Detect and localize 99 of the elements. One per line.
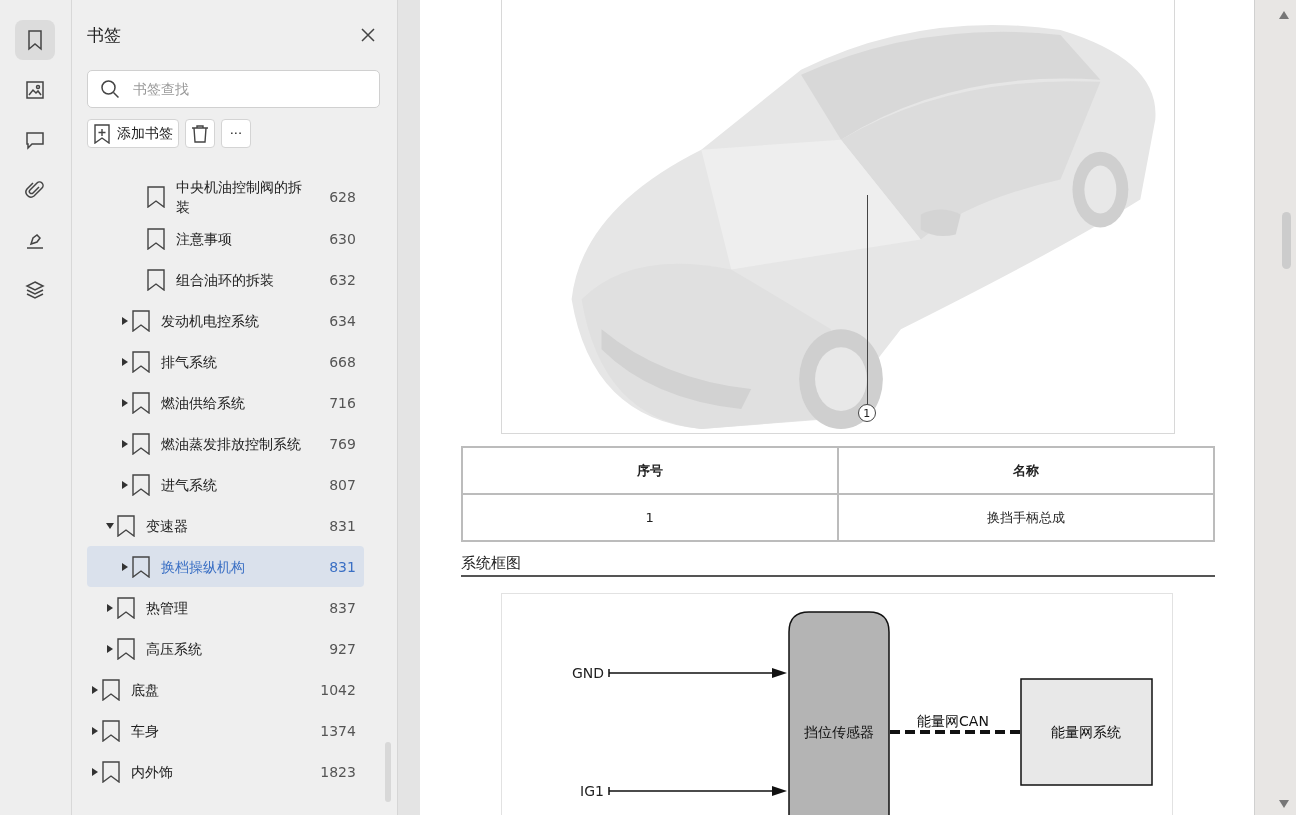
panel-title: 书签: [86, 23, 121, 47]
collapsed-caret-icon[interactable]: [90, 767, 99, 776]
signal-label: GND: [571, 665, 604, 681]
bookmark-label: 燃油蒸发排放控制系统: [160, 434, 302, 454]
column-header: 名称: [837, 447, 1214, 494]
bookmark-label: 变速器: [145, 516, 189, 536]
bookmark-icon: [131, 309, 150, 332]
bookmark-icon: [146, 227, 165, 250]
bookmark-item[interactable]: 注意事项 630: [86, 218, 364, 259]
bookmark-label: 发动机电控系统: [160, 311, 260, 331]
bookmark-item[interactable]: 燃油蒸发排放控制系统 769: [86, 423, 364, 464]
bookmark-tool-button[interactable]: [15, 20, 56, 60]
page-number: 769: [328, 435, 356, 452]
collapsed-caret-icon[interactable]: [120, 562, 129, 571]
collapsed-caret-icon[interactable]: [120, 357, 129, 366]
page-number: 628: [328, 189, 356, 205]
block-label: 能量网系统: [1050, 724, 1121, 740]
column-header: 序号: [461, 447, 838, 494]
bookmark-item[interactable]: 热管理 837: [86, 587, 364, 628]
bookmark-item[interactable]: 内外饰 1823: [86, 751, 364, 792]
search-icon: [99, 79, 120, 99]
bookmark-item[interactable]: 底盘 1042: [86, 669, 364, 710]
bookmark-icon: [101, 719, 120, 742]
scroll-up-icon[interactable]: [1279, 11, 1290, 19]
collapsed-caret-icon[interactable]: [120, 439, 129, 448]
scrollbar-thumb[interactable]: [1282, 212, 1292, 269]
page-number: 807: [328, 476, 356, 493]
table-cell: 1: [461, 494, 838, 541]
collapsed-caret-icon[interactable]: [105, 644, 114, 653]
bookmark-item[interactable]: 排气系统 668: [86, 341, 364, 382]
bookmark-icon: [146, 268, 165, 291]
bookmark-label: 组合油环的拆装: [175, 270, 275, 290]
collapsed-caret-icon[interactable]: [105, 603, 114, 612]
page-number: 1374: [319, 722, 356, 739]
page-number: 1823: [319, 763, 356, 780]
bookmark-label: 高压系统: [145, 639, 203, 659]
delete-button[interactable]: [184, 119, 215, 148]
bookmark-label: 内外饰: [130, 762, 174, 782]
page-number: 668: [328, 353, 356, 370]
collapsed-caret-icon[interactable]: [120, 480, 129, 489]
more-button[interactable]: ···: [220, 119, 251, 148]
bookmark-label: 底盘: [130, 680, 160, 700]
bookmark-label: 中央机油控制阀的拆装: [175, 178, 303, 217]
bookmark-icon: [101, 678, 120, 701]
bookmark-item[interactable]: 高压系统 927: [86, 628, 364, 669]
speech-bubble-icon: [24, 129, 47, 151]
bookmark-label: 燃油供给系统: [160, 393, 246, 413]
close-icon[interactable]: [360, 28, 375, 42]
add-bookmark-button[interactable]: 添加书签: [86, 119, 179, 148]
layers-icon: [24, 279, 47, 301]
bookmark-item[interactable]: 换档操纵机构 831: [86, 546, 364, 587]
bookmark-icon: [131, 555, 150, 578]
page-number: 630: [328, 230, 356, 247]
search-field[interactable]: 书签查找: [86, 70, 380, 108]
page-number: 634: [328, 312, 356, 329]
bookmark-plus-icon: [92, 123, 111, 144]
trash-icon: [190, 123, 209, 144]
page-number: 927: [328, 640, 356, 657]
collapsed-caret-icon[interactable]: [90, 685, 99, 694]
bookmark-item[interactable]: 燃油供给系统 716: [86, 382, 364, 423]
bookmark-item[interactable]: 变速器 831: [86, 505, 364, 546]
page-number: 1042: [319, 681, 356, 698]
bookmark-icon: [116, 514, 135, 537]
page-number: 632: [328, 271, 356, 288]
bookmark-label: 进气系统: [160, 475, 218, 495]
bookmark-icon: [131, 391, 150, 414]
bookmark-icon: [116, 596, 135, 619]
bookmark-icon: [131, 350, 150, 373]
block-label: 挡位传感器: [803, 724, 874, 740]
section-heading: 系统框图: [460, 554, 521, 572]
page-number: 831: [328, 517, 356, 534]
page-number: 831: [328, 558, 356, 575]
bookmark-item[interactable]: 中央机油控制阀的拆装 628: [86, 176, 364, 218]
bus-label: 能量网CAN: [916, 713, 989, 729]
bookmark-item[interactable]: 车身 1374: [86, 710, 364, 751]
bookmark-label: 车身: [130, 721, 160, 741]
collapsed-caret-icon[interactable]: [120, 316, 129, 325]
bookmark-icon: [131, 473, 150, 496]
table-cell: 换挡手柄总成: [837, 494, 1214, 541]
bookmark-icon: [146, 186, 165, 208]
bookmark-label: 换档操纵机构: [160, 557, 246, 577]
collapsed-caret-icon[interactable]: [120, 398, 129, 407]
bookmark-item[interactable]: 进气系统 807: [86, 464, 364, 505]
paperclip-icon: [24, 179, 47, 201]
page-number: 716: [328, 394, 356, 411]
collapsed-caret-icon[interactable]: [90, 726, 99, 735]
image-icon: [24, 79, 47, 101]
bookmark-label: 热管理: [145, 598, 189, 618]
bookmark-icon: [101, 760, 120, 783]
bookmark-icon: [116, 637, 135, 660]
signal-label: IG1: [579, 783, 604, 799]
page-number: 837: [328, 599, 356, 616]
bookmark-icon: [131, 432, 150, 455]
bookmark-item[interactable]: 组合油环的拆装 632: [86, 259, 364, 300]
bookmark-label: 注意事项: [175, 229, 233, 249]
expanded-caret-icon[interactable]: [105, 521, 114, 530]
scroll-down-icon[interactable]: [1279, 800, 1290, 808]
bookmark-item[interactable]: 发动机电控系统 634: [86, 300, 364, 341]
bookmark-label: 排气系统: [160, 352, 218, 372]
